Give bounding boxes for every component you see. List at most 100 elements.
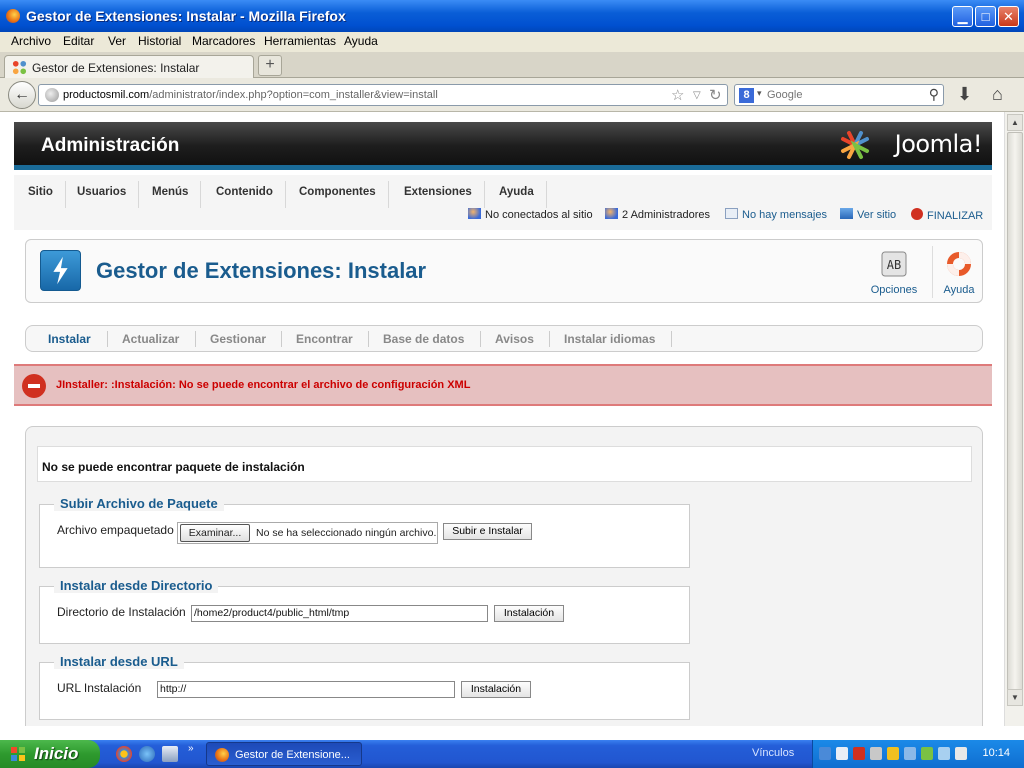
view-site-link[interactable]: Ver sitio [840, 208, 896, 221]
browse-button[interactable]: Examinar... [180, 524, 250, 542]
menu-ayuda[interactable]: Ayuda [344, 34, 378, 48]
url-install-button[interactable]: Instalación [461, 681, 531, 698]
search-bar[interactable]: 8 ▾ ⚲ [734, 84, 944, 106]
page-title: Gestor de Extensiones: Instalar [96, 258, 427, 283]
new-tab-button[interactable]: + [258, 55, 282, 76]
connection-tray-icon[interactable] [938, 747, 950, 760]
device-tray-icon[interactable] [955, 747, 967, 760]
network-tray-icon[interactable] [819, 747, 831, 760]
menu-bar: Archivo Editar Ver Historial Marcadores … [0, 32, 1024, 52]
status-messages[interactable]: No hay mensajes [725, 208, 827, 221]
nav-componentes[interactable]: Componentes [287, 181, 389, 208]
submenu-base-de-datos[interactable]: Base de datos [383, 332, 464, 346]
nav-menus[interactable]: Menús [140, 181, 202, 208]
reload-icon[interactable]: ↻ [709, 86, 722, 104]
quicklaunch-expand-icon[interactable]: » [188, 743, 194, 754]
submenu-separator [671, 331, 672, 347]
site-identity-icon[interactable] [45, 88, 59, 102]
nav-contenido[interactable]: Contenido [204, 181, 286, 208]
url-text[interactable]: productosmil.com/administrator/index.php… [63, 89, 438, 101]
nav-sitio[interactable]: Sitio [16, 181, 66, 208]
scrollbar-thumb[interactable] [1007, 132, 1023, 702]
url-install-fieldset: Instalar desde URL URL Instalación http:… [39, 654, 690, 720]
firefox-task-icon [215, 748, 229, 762]
minimize-button[interactable]: ▁ [952, 6, 973, 27]
browser-tab[interactable]: Gestor de Extensiones: Instalar [4, 55, 254, 79]
mail-icon [725, 208, 738, 219]
downloads-icon[interactable]: ⬇ [957, 84, 972, 105]
bookmark-star-icon[interactable]: ☆ [671, 86, 684, 104]
menu-historial[interactable]: Historial [138, 34, 181, 48]
security-tray-icon[interactable] [853, 747, 865, 760]
ie-quicklaunch-icon[interactable] [139, 746, 155, 762]
install-url-input[interactable]: http:// [157, 681, 455, 698]
upload-legend: Subir Archivo de Paquete [54, 496, 224, 511]
google-engine-icon[interactable]: 8 [739, 88, 754, 103]
nav-extensiones[interactable]: Extensiones [392, 181, 485, 208]
links-toolbar[interactable]: Vínculos [752, 747, 794, 759]
options-button[interactable]: AB Opciones [864, 246, 924, 300]
scroll-down-arrow-icon[interactable]: ▼ [1007, 689, 1023, 706]
nav-usuarios[interactable]: Usuarios [65, 181, 140, 208]
nav-ayuda[interactable]: Ayuda [487, 181, 547, 208]
submenu-instalar[interactable]: Instalar [48, 332, 91, 346]
search-icon[interactable]: ⚲ [929, 86, 939, 103]
submenu-encontrar[interactable]: Encontrar [296, 332, 353, 346]
directory-legend: Instalar desde Directorio [54, 578, 219, 593]
menu-herramientas[interactable]: Herramientas [264, 34, 336, 48]
no-file-text: No se ha seleccionado ningún archivo. [256, 527, 437, 539]
search-input[interactable] [767, 87, 917, 103]
upload-install-button[interactable]: Subir e Instalar [443, 523, 532, 540]
package-file-input[interactable]: Examinar... No se ha seleccionado ningún… [177, 522, 438, 544]
maximize-button[interactable]: □ [975, 6, 996, 27]
scroll-up-arrow-icon[interactable]: ▲ [1007, 114, 1023, 131]
taskbar-item-label: Gestor de Extensione... [235, 749, 350, 761]
menu-marcadores[interactable]: Marcadores [192, 34, 255, 48]
submenu-instalar-idiomas[interactable]: Instalar idiomas [564, 332, 655, 346]
window-titlebar: Gestor de Extensiones: Instalar - Mozill… [0, 0, 1024, 32]
help-button[interactable]: Ayuda [936, 246, 982, 300]
firefox-icon [6, 9, 20, 23]
submenu-actualizar[interactable]: Actualizar [122, 332, 179, 346]
options-icon: AB [881, 251, 907, 277]
taskbar-firefox-item[interactable]: Gestor de Extensione... [206, 742, 362, 766]
install-directory-input[interactable]: /home2/product4/public_html/tmp [191, 605, 488, 622]
engine-dropdown-icon[interactable]: ▾ [757, 88, 762, 99]
submenu-separator [107, 331, 108, 347]
clock[interactable]: 10:14 [982, 747, 1010, 759]
upload-package-fieldset: Subir Archivo de Paquete Archivo empaque… [39, 496, 690, 568]
back-button[interactable]: ← [8, 81, 36, 109]
directory-label: Directorio de Instalación [57, 605, 186, 619]
logout-icon [911, 208, 923, 220]
start-button[interactable]: Inicio [0, 740, 100, 768]
joomla-logo-icon [841, 131, 869, 159]
tab-bar: Gestor de Extensiones: Instalar + [0, 52, 1024, 79]
error-text: JInstaller: :Instalación: No se puede en… [56, 379, 471, 391]
search-tray-icon[interactable] [836, 747, 848, 760]
menu-editar[interactable]: Editar [63, 34, 94, 48]
antivirus-tray-icon[interactable] [921, 747, 933, 760]
update-tray-icon[interactable] [904, 747, 916, 760]
menu-ver[interactable]: Ver [108, 34, 126, 48]
directory-install-button[interactable]: Instalación [494, 605, 564, 622]
vertical-scrollbar[interactable]: ▲ ▼ [1004, 112, 1024, 726]
installer-submenu: Instalar Actualizar Gestionar Encontrar … [25, 325, 983, 352]
url-legend: Instalar desde URL [54, 654, 184, 669]
submenu-avisos[interactable]: Avisos [495, 332, 534, 346]
submenu-separator [480, 331, 481, 347]
url-bar[interactable]: productosmil.com/administrator/index.php… [38, 84, 728, 106]
status-message-text: No se puede encontrar paquete de instala… [42, 460, 305, 474]
volume-tray-icon[interactable] [870, 747, 882, 760]
admin-title: Administración [41, 135, 180, 156]
home-icon[interactable]: ⌂ [992, 84, 1003, 105]
directory-install-fieldset: Instalar desde Directorio Directorio de … [39, 578, 690, 644]
explorer-quicklaunch-icon[interactable] [162, 746, 178, 762]
history-dropdown-icon[interactable]: ▽ [693, 90, 701, 101]
warning-tray-icon[interactable] [887, 747, 899, 760]
menu-archivo[interactable]: Archivo [11, 34, 51, 48]
logout-link[interactable]: FINALIZAR [911, 208, 983, 222]
tab-title: Gestor de Extensiones: Instalar [32, 61, 200, 75]
chrome-quicklaunch-icon[interactable] [116, 746, 132, 762]
submenu-gestionar[interactable]: Gestionar [210, 332, 266, 346]
close-button[interactable]: ✕ [998, 6, 1019, 27]
